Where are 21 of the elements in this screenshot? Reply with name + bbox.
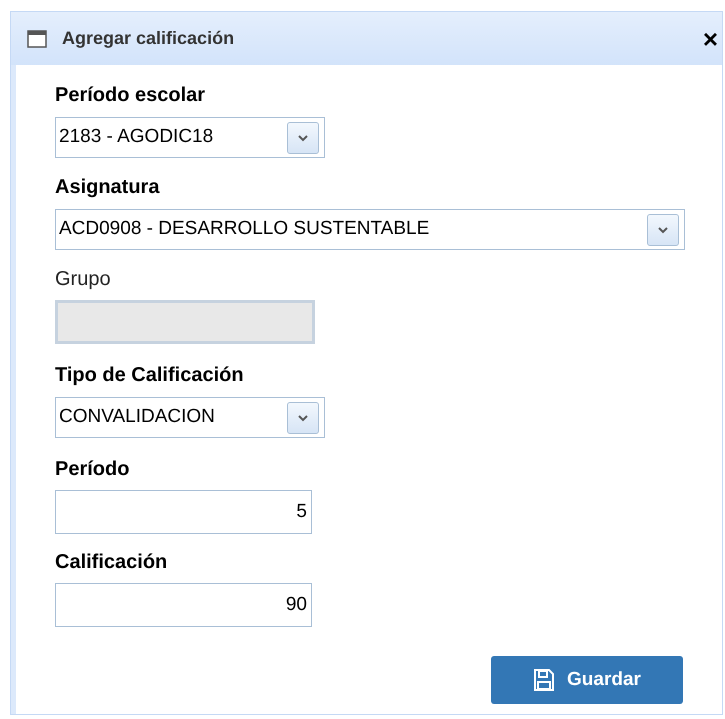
dropdown[interactable]: 2183 - AGODIC18 <box>55 117 325 158</box>
window-title: Agregar calificación <box>62 27 234 50</box>
input-field[interactable]: 5 <box>55 490 312 534</box>
chevron-down-icon <box>297 414 309 422</box>
field-label: Calificación <box>55 550 168 575</box>
dropdown[interactable]: CONVALIDACION <box>55 397 325 438</box>
field-label: Período escolar <box>55 83 206 108</box>
input-field[interactable]: 90 <box>55 583 312 627</box>
dropdown-arrow-button[interactable] <box>287 122 319 154</box>
dropdown[interactable]: ACD0908 - DESARROLLO SUSTENTABLE <box>55 209 685 250</box>
field-label: Grupo <box>55 267 112 292</box>
chevron-down-icon <box>297 134 309 142</box>
field-label: Tipo de Calificación <box>55 363 245 388</box>
field-label: Asignatura <box>55 175 161 200</box>
dropdown-arrow-button[interactable] <box>287 402 319 434</box>
close-button[interactable]: × <box>702 26 718 52</box>
dropdown-arrow-button[interactable] <box>647 214 679 246</box>
save-button[interactable]: Guardar <box>491 656 683 704</box>
field-label: Período <box>55 457 130 482</box>
chevron-down-icon <box>657 226 669 234</box>
window-icon <box>27 30 47 48</box>
